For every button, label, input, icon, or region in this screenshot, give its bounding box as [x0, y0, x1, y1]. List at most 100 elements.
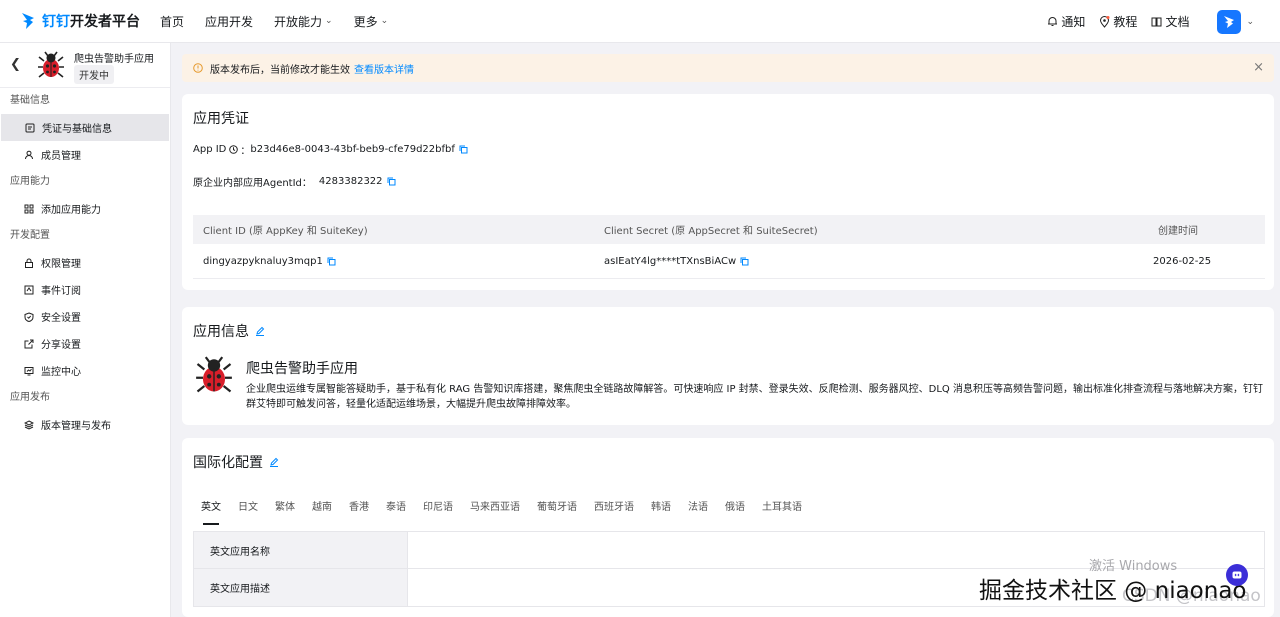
copy-icon[interactable] [459, 145, 468, 154]
tab-turkish[interactable]: 土耳其语 [762, 498, 802, 525]
agent-id-row: 原企业内部应用AgentId： 4283382322 [193, 174, 396, 189]
alert-text: 版本发布后，当前修改才能生效 [210, 64, 350, 76]
edit-icon[interactable] [255, 326, 265, 336]
sidebar-group-release: 应用发布 [10, 392, 50, 403]
nav-open-capability[interactable]: 开放能力 ⌄ [274, 13, 333, 30]
nav-app-dev[interactable]: 应用开发 [205, 13, 253, 30]
sidebar-item-add-capability[interactable]: 添加应用能力 [0, 195, 170, 222]
sidebar-item-versions[interactable]: 版本管理与发布 [0, 411, 170, 438]
book-icon [1151, 17, 1162, 27]
app-id-row: App ID ： b23d46e8-0043-43bf-beb9-cfe79d2… [193, 142, 468, 157]
monitor-icon [24, 366, 34, 375]
platform-name: 开发者平台 [70, 14, 140, 30]
copy-icon[interactable] [327, 257, 336, 266]
table-row: dingyazpyknaluy3mqp1 asIEatY4lg****tTXns… [193, 244, 1265, 279]
language-tabs: 英文 日文 繁体 越南 香港 泰语 印尼语 马来西亚语 葡萄牙语 西班牙语 韩语… [193, 498, 819, 525]
english-desc-label: 英文应用描述 [194, 569, 408, 606]
docs-link[interactable]: 文档 [1151, 13, 1189, 30]
avatar [1217, 9, 1242, 34]
sidebar-app-name: 爬虫告警助手应用 [74, 54, 154, 65]
top-navbar: 钉钉开发者平台 首页 应用开发 开放能力 ⌄ 更多 ⌄ 通知 教程 文档 ⌄ [0, 0, 1280, 43]
credentials-title: 应用凭证 [193, 111, 249, 127]
column-header: Client ID (原 AppKey 和 SuiteKey) [203, 226, 368, 237]
brand-name: 钉钉 [42, 14, 70, 30]
share-icon [24, 339, 34, 348]
chevron-down-icon: ⌄ [380, 16, 389, 26]
tab-malay[interactable]: 马来西亚语 [470, 498, 520, 525]
app-info-title-row: 应用信息 [193, 321, 265, 341]
agent-id-value: 4283382322 [318, 176, 383, 187]
lock-icon [25, 258, 33, 268]
event-icon [24, 285, 34, 294]
sidebar-item-permissions[interactable]: 权限管理 [0, 249, 170, 276]
client-id-value: dingyazpyknaluy3mqp1 [203, 255, 323, 267]
info-icon [193, 63, 203, 73]
tab-spanish[interactable]: 西班牙语 [594, 498, 634, 525]
copy-icon[interactable] [740, 257, 749, 266]
release-alert: 版本发布后，当前修改才能生效 查看版本详情 × [182, 54, 1274, 82]
chevron-down-icon: ⌄ [325, 16, 333, 26]
app-info-title: 应用信息 [193, 324, 249, 340]
i18n-title: 国际化配置 [193, 455, 263, 471]
english-name-label: 英文应用名称 [194, 532, 408, 568]
sidebar: ❮ 爬虫告警助手应用 开发中 基础信息 凭证与基础信息 成员管理 应用能力 添加… [0, 43, 171, 617]
user-menu[interactable]: ⌄ [1217, 9, 1254, 34]
juejin-watermark: 掘金技术社区 @ niaonao [979, 578, 1247, 604]
version-detail-link[interactable]: 查看版本详情 [354, 61, 414, 76]
sidebar-item-events[interactable]: 事件订阅 [0, 276, 170, 303]
nav-more[interactable]: 更多 ⌄ [354, 13, 389, 30]
bell-icon [1048, 17, 1058, 26]
clock-icon [229, 145, 239, 154]
dingtalk-logo[interactable]: 钉钉开发者平台 [20, 11, 160, 31]
dingtalk-logo-icon [22, 13, 34, 29]
sidebar-item-credentials[interactable]: 凭证与基础信息 [1, 114, 169, 141]
tab-english[interactable]: 英文 [201, 498, 221, 525]
grid-icon [24, 204, 34, 213]
sidebar-item-share[interactable]: 分享设置 [0, 330, 170, 357]
tab-japanese[interactable]: 日文 [238, 498, 258, 525]
tab-french[interactable]: 法语 [688, 498, 708, 525]
tab-traditional[interactable]: 繁体 [275, 498, 295, 525]
nav-home[interactable]: 首页 [160, 13, 184, 30]
tutorial-link[interactable]: 教程 [1099, 13, 1137, 30]
client-secret-value: asIEatY4lg****tTXnsBiACw [604, 255, 737, 267]
credential-icon [25, 123, 35, 132]
tab-korean[interactable]: 韩语 [651, 498, 671, 525]
sidebar-item-monitor[interactable]: 监控中心 [0, 357, 170, 384]
column-header: 创建时间 [1158, 226, 1198, 237]
sidebar-item-members[interactable]: 成员管理 [0, 141, 170, 168]
copy-icon[interactable] [387, 177, 396, 186]
back-arrow-icon[interactable]: ❮ [10, 57, 21, 72]
tab-thai[interactable]: 泰语 [386, 498, 406, 525]
close-icon[interactable]: × [1253, 60, 1264, 75]
column-header: Client Secret (原 AppSecret 和 SuiteSecret… [604, 226, 818, 237]
i18n-title-row: 国际化配置 [193, 452, 279, 472]
assistant-float-button[interactable] [1226, 564, 1248, 586]
layers-icon [24, 419, 34, 430]
bug-app-icon [196, 356, 232, 393]
tab-indonesian[interactable]: 印尼语 [423, 498, 453, 525]
location-pin-icon [1100, 15, 1110, 28]
tab-portuguese[interactable]: 葡萄牙语 [537, 498, 577, 525]
chevron-down-icon: ⌄ [1246, 16, 1254, 27]
edit-icon[interactable] [269, 457, 279, 467]
credentials-table: Client ID (原 AppKey 和 SuiteKey) Client S… [193, 215, 1265, 279]
tab-russian[interactable]: 俄语 [725, 498, 745, 525]
status-badge: 开发中 [74, 65, 114, 84]
nav-right: 通知 教程 文档 ⌄ [1047, 0, 1254, 43]
dingtalk-avatar-icon [1224, 15, 1235, 28]
app-info-card: 应用信息 爬虫告警助手应用 企业爬虫运维专属智能答疑助手，基于私有化 RAG 告… [182, 307, 1274, 425]
app-header: ❮ 爬虫告警助手应用 开发中 [0, 43, 170, 88]
tab-hongkong[interactable]: 香港 [349, 498, 369, 525]
bug-app-icon [38, 51, 64, 78]
sidebar-group-basic: 基础信息 [10, 95, 50, 106]
assistant-icon [1232, 571, 1242, 579]
sidebar-group-capability: 应用能力 [10, 176, 50, 187]
notify-link[interactable]: 通知 [1047, 13, 1085, 30]
tab-vietnamese[interactable]: 越南 [312, 498, 332, 525]
table-header: Client ID (原 AppKey 和 SuiteKey) Client S… [193, 215, 1265, 244]
shield-icon [24, 311, 34, 322]
app-description: 企业爬虫运维专属智能答疑助手，基于私有化 RAG 告警知识库搭建，聚焦爬虫全链路… [246, 384, 1263, 410]
sidebar-item-security[interactable]: 安全设置 [0, 303, 170, 330]
main-nav: 首页 应用开发 开放能力 ⌄ 更多 ⌄ [160, 13, 409, 30]
